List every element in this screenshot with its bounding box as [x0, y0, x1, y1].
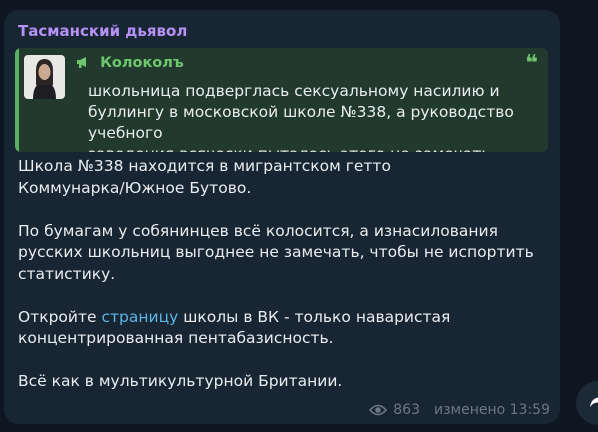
message-paragraph: По бумагам у собянинцев всё колосится, а…: [18, 221, 534, 283]
message-paragraph: Откройте страницу школы в ВК - только на…: [18, 307, 548, 350]
view-count: 863: [393, 402, 420, 418]
message-meta: 863 изменено 13:59: [369, 402, 550, 418]
message-paragraph: Всё как в мультикультурной Британии.: [18, 372, 343, 390]
quote-source-label: Колоколъ: [100, 55, 184, 71]
vk-page-link[interactable]: страницу: [101, 308, 178, 326]
quote-accent-bar: [15, 48, 19, 152]
message-paragraph: Школа №338 находится в мигрантском гетто…: [18, 157, 391, 197]
quote-text: школьница подверглась сексуальному насил…: [88, 82, 514, 152]
edited-timestamp: изменено 13:59: [434, 402, 550, 418]
sender-name[interactable]: Тасманский дьявол: [18, 22, 187, 40]
share-arrow-icon: [589, 393, 598, 413]
share-button[interactable]: [576, 381, 598, 425]
quote-mark-icon: ❝: [525, 51, 538, 76]
quote-source[interactable]: Колоколъ: [76, 55, 184, 71]
paragraph-text: Откройте: [18, 307, 102, 326]
eye-icon: [369, 404, 388, 416]
quote-avatar: [24, 55, 65, 99]
megaphone-icon: [76, 55, 94, 71]
message-text: Школа №338 находится в мигрантском гетто…: [18, 156, 548, 393]
forwarded-quote[interactable]: Колоколъ ❝ школьница подверглась сексуал…: [15, 48, 548, 152]
message-bubble: Тасманский дьявол Колоколъ ❝ школьница п…: [4, 10, 560, 424]
